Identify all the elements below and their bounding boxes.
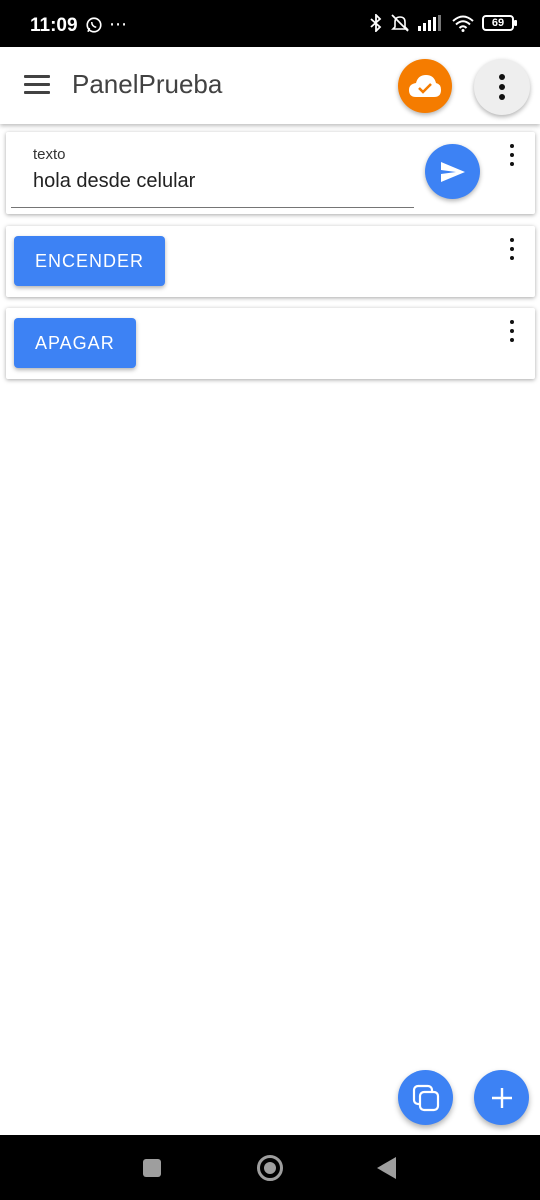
add-icon: [491, 1087, 512, 1108]
wifi-icon: [452, 15, 474, 32]
more-options-button[interactable]: [474, 59, 530, 115]
apagar-card: APAGAR: [6, 308, 535, 379]
text-input-card: texto: [6, 132, 535, 214]
home-button[interactable]: [257, 1155, 283, 1181]
back-button[interactable]: [377, 1157, 396, 1179]
cloud-status-button[interactable]: [398, 59, 452, 113]
mute-icon: [391, 14, 409, 32]
whatsapp-icon: [86, 16, 102, 33]
system-nav-bar: [0, 1135, 540, 1200]
signal-icon: [418, 15, 441, 31]
copy-icon: [412, 1084, 439, 1111]
more-vert-icon: [499, 74, 505, 100]
recents-button[interactable]: [143, 1159, 161, 1177]
status-left-icons: ⋯: [85, 14, 128, 35]
card-menu-icon[interactable]: [507, 320, 517, 342]
send-button[interactable]: [425, 144, 480, 199]
battery-level: 69: [491, 17, 505, 29]
app-bar: PanelPrueba: [0, 47, 540, 124]
bluetooth-icon: [370, 14, 382, 32]
status-bar: 11:09 ⋯ 69: [0, 0, 540, 47]
encender-button[interactable]: ENCENDER: [14, 236, 166, 286]
send-icon: [440, 161, 465, 182]
card-menu-icon[interactable]: [507, 144, 517, 166]
status-right-icons: 69: [370, 14, 517, 32]
app-title: PanelPrueba: [72, 69, 223, 99]
hamburger-icon: [24, 75, 50, 78]
hamburger-menu-button[interactable]: [24, 75, 52, 97]
cloud-check-icon: [409, 75, 441, 97]
text-field-input[interactable]: [33, 170, 393, 193]
more-dots-icon: ⋯: [109, 14, 128, 34]
text-field-label: texto: [33, 146, 66, 163]
card-menu-icon[interactable]: [507, 238, 517, 260]
encender-card: ENCENDER: [6, 226, 535, 297]
apagar-button[interactable]: APAGAR: [14, 318, 136, 368]
status-time: 11:09: [30, 15, 78, 36]
copy-fab-button[interactable]: [398, 1070, 453, 1125]
battery-icon: 69: [482, 15, 517, 31]
text-field-underline: [11, 207, 414, 208]
add-fab-button[interactable]: [474, 1070, 529, 1125]
